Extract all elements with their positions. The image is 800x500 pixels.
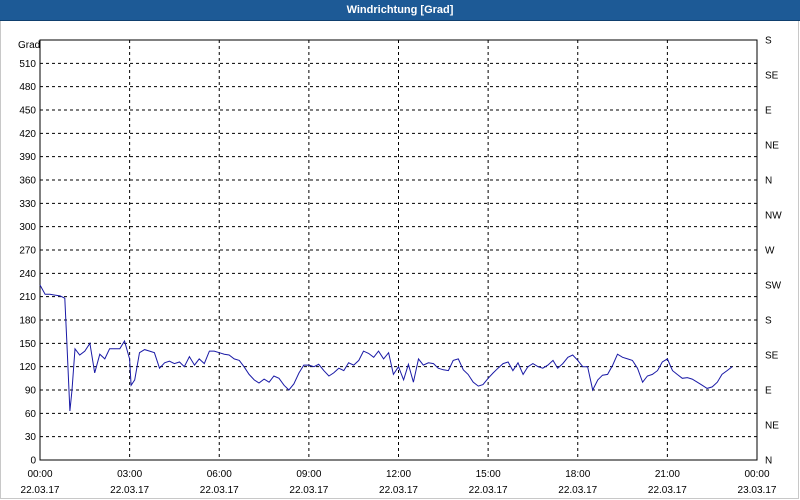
y-tick-label: 510 <box>19 59 36 70</box>
right-tick-label: E <box>765 386 772 397</box>
right-tick-label: S <box>765 36 772 47</box>
right-tick-label: SW <box>765 281 782 292</box>
right-tick-label: NW <box>765 211 782 222</box>
x-tick-time: 21:00 <box>655 469 680 480</box>
y-tick-label: 90 <box>25 386 37 397</box>
y-tick-label: 420 <box>19 129 36 140</box>
right-tick-label: E <box>765 106 772 117</box>
x-tick-time: 12:00 <box>386 469 411 480</box>
y-tick-label: 300 <box>19 222 36 233</box>
right-tick-labels: N NE E SE S SW W NW N NE E SE S <box>765 36 782 467</box>
y-tick-label: 480 <box>19 82 36 93</box>
x-tick-time: 06:00 <box>207 469 232 480</box>
y-tick-label: 30 <box>25 432 37 443</box>
right-tick-label: NE <box>765 421 779 432</box>
x-tick-time: 03:00 <box>117 469 142 480</box>
y-tick-label: 150 <box>19 339 36 350</box>
right-tick-label: NE <box>765 141 779 152</box>
x-tick-time: 18:00 <box>565 469 590 480</box>
wind-direction-line <box>39 284 733 412</box>
x-tick-date: 22.03.17 <box>558 485 597 496</box>
y-tick-labels: 0 30 60 90 120 150 180 210 240 270 300 330 360 390 420… <box>19 59 36 467</box>
x-tick-time: 00:00 <box>744 469 769 480</box>
right-tick-label: N <box>765 456 772 467</box>
right-tick-label: SE <box>765 71 779 82</box>
x-tick-date: 22.03.17 <box>469 485 508 496</box>
x-tick-time: 00:00 <box>27 469 52 480</box>
x-tick-time: 09:00 <box>296 469 321 480</box>
y-tick-label: 270 <box>19 246 36 257</box>
y-tick-label: 450 <box>19 106 36 117</box>
x-tick-date: 22.03.17 <box>200 485 239 496</box>
x-tick-date: 22.03.17 <box>379 485 418 496</box>
wind-direction-chart: Grad 0 30 60 90 120 150 180 210 240 270 300 330 360 3… <box>18 36 782 497</box>
y-tick-label: 210 <box>19 292 36 303</box>
x-tick-date: 22.03.17 <box>648 485 687 496</box>
right-tick-label: SE <box>765 351 779 362</box>
y-tick-label: 0 <box>30 456 36 467</box>
y-tick-label: 60 <box>25 409 37 420</box>
x-tick-date: 23.03.17 <box>738 485 777 496</box>
x-tick-date: 22.03.17 <box>21 485 60 496</box>
y-tick-label: 120 <box>19 362 36 373</box>
x-tick-date: 22.03.17 <box>289 485 328 496</box>
y-tick-label: 180 <box>19 316 36 327</box>
right-tick-label: S <box>765 316 772 327</box>
y-tick-label: 330 <box>19 199 36 210</box>
y-tick-label: 390 <box>19 152 36 163</box>
x-tick-date: 22.03.17 <box>110 485 149 496</box>
y-axis-label: Grad <box>18 40 40 51</box>
x-tick-time: 15:00 <box>476 469 501 480</box>
grid-lines <box>40 40 757 460</box>
right-tick-label: W <box>765 246 775 257</box>
x-tick-labels: 00:00 22.03.17 03:00 22.03.17 06:00 22.03.17 0… <box>21 469 777 496</box>
y-tick-label: 360 <box>19 176 36 187</box>
right-tick-label: N <box>765 176 772 187</box>
y-tick-label: 240 <box>19 269 36 280</box>
